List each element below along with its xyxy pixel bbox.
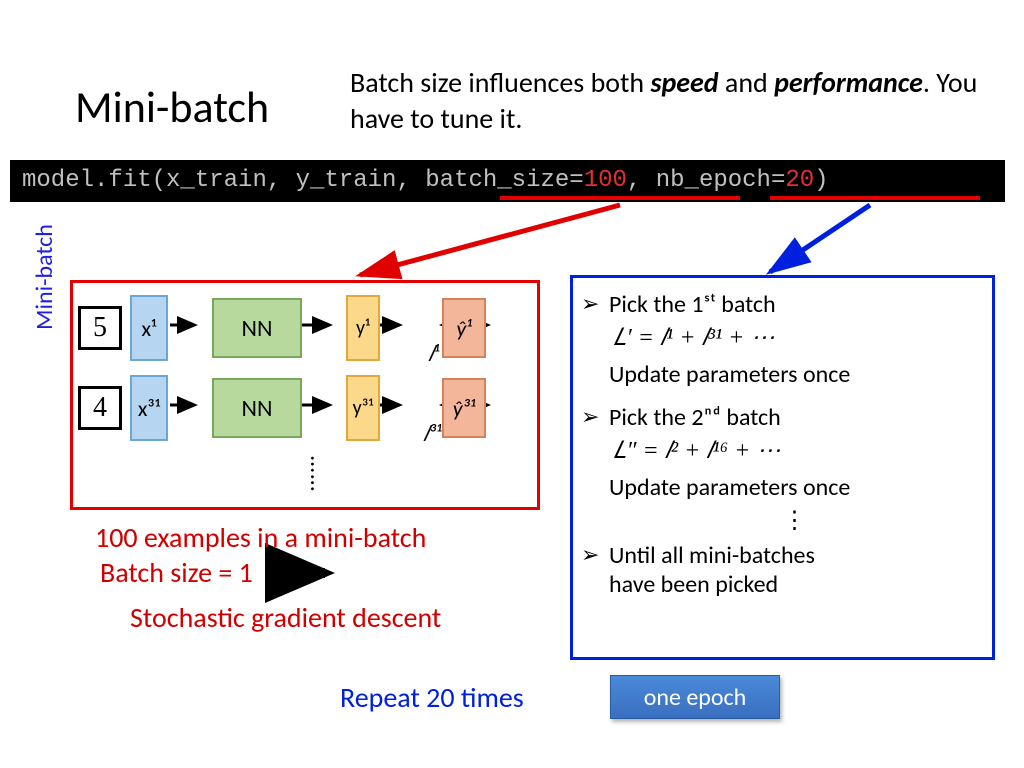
slide-subtitle: Batch size influences both speed and per…: [350, 65, 990, 138]
code-batch-size-val: 100: [584, 167, 627, 194]
update-1: Update parameters once: [609, 360, 980, 389]
code-nb-epoch-key: nb_epoch=: [656, 167, 786, 194]
code-prefix: model.fit(x_train, y_train,: [22, 167, 425, 194]
step-1: Pick the 1ˢᵗ batch: [609, 290, 980, 319]
slide-title: Mini-batch: [75, 80, 269, 134]
step-3a: Until all mini-batches: [609, 541, 980, 570]
code-nb-epoch-val: 20: [785, 167, 814, 194]
subtitle-part: and: [719, 65, 775, 100]
update-2: Update parameters once: [609, 473, 980, 502]
subtitle-part: Batch size influences both: [350, 65, 650, 100]
code-batch-size-key: batch_size=: [425, 167, 583, 194]
handwritten-digit-4: 4: [78, 386, 122, 430]
loss-l1-label: 𝑙¹: [428, 340, 439, 367]
y31-box: y³¹: [346, 375, 380, 441]
caption-batchsize1: Batch size = 1: [100, 555, 253, 590]
nn-box: NN: [212, 298, 302, 358]
emph-speed: speed: [650, 65, 718, 100]
caption-examples: 100 examples in a mini-batch: [95, 520, 426, 555]
code-comma: ,: [627, 167, 656, 194]
caption-sgd: Stochastic gradient descent: [130, 600, 441, 635]
step-2: Pick the 2ⁿᵈ batch: [609, 403, 980, 432]
step-3b: have been picked: [609, 570, 980, 599]
diagram-row-1: 5 x¹ NN y¹ ŷ¹: [78, 295, 486, 361]
code-close: ): [814, 167, 828, 194]
minibatch-side-label: Mini-batch: [30, 224, 59, 330]
x1-box: x¹: [130, 295, 168, 361]
epoch-steps-box: Pick the 1ˢᵗ batch 𝐿′ = 𝑙¹ + 𝑙³¹ + ⋯ Upd…: [570, 275, 995, 660]
yhat1-box: ŷ¹: [442, 298, 486, 358]
nn-box: NN: [212, 378, 302, 438]
code-snippet: model.fit(x_train, y_train, batch_size=1…: [10, 160, 1005, 202]
equation-2: 𝐿″ = 𝑙² + 𝑙¹⁶ + ⋯: [613, 438, 980, 465]
vertical-ellipsis: ……: [304, 456, 333, 493]
handwritten-digit-5: 5: [78, 306, 122, 350]
equation-1: 𝐿′ = 𝑙¹ + 𝑙³¹ + ⋯: [613, 325, 980, 352]
emph-performance: performance: [774, 65, 923, 100]
x31-box: x³¹: [130, 375, 168, 441]
loss-l31-label: 𝑙³¹: [423, 420, 441, 447]
y1-box: y¹: [346, 295, 380, 361]
repeat-label: Repeat 20 times: [340, 680, 524, 715]
yhat31-box: ŷ³¹: [442, 378, 486, 438]
one-epoch-badge: one epoch: [610, 675, 780, 719]
steps-ellipsis: ⋮: [609, 506, 980, 535]
